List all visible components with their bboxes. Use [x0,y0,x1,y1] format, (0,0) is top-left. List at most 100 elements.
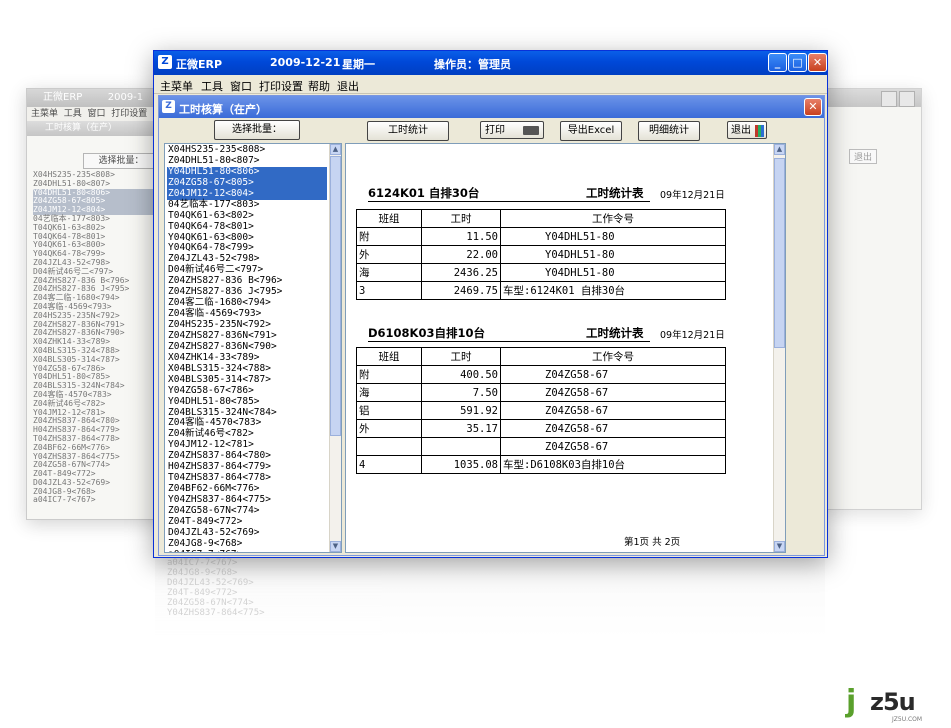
export-excel-button[interactable]: 导出Excel [560,121,622,141]
menu-exit[interactable]: 退出 [337,78,359,94]
report-scroll-thumb[interactable] [774,158,785,348]
report-cell-group: 海 [356,383,422,402]
report-row: 外 22.00 Y04DHL51-80 [356,245,726,264]
report-column-header: 工时 [421,347,501,366]
batch-list-item[interactable]: Y04ZG58-67<786> [167,385,327,397]
report-cell-group: 海 [356,263,422,282]
report-preview: ▲ ▼ 6124K01 自排30台 工时统计表 09年12月21日 班组 工时 工作令号附… [345,143,786,553]
report-cell-hours [421,437,501,456]
report-cell-group: 外 [356,245,422,264]
inner-titlebar: Z 工时核算（在产） ✕ [159,96,824,118]
reflection-item: Y04ZHS837-864<775> [167,608,265,618]
report-total-count: 3 [356,281,422,300]
exit-label: 退出 [731,125,751,136]
report-cell-order: Z04ZG58-67 [500,437,726,456]
background-window-right: 退出 [820,88,922,510]
report-cell-order: Z04ZG58-67 [500,383,726,402]
report-total-model: 车型:D6108K03自排10台 [500,455,726,474]
report-section-date: 09年12月21日 [660,190,725,201]
report-cell-hours: 22.00 [421,245,501,264]
report-cell-order: Z04ZG58-67 [500,401,726,420]
reflection-item: a04IC7-7<767> [167,558,238,568]
report-cell-hours: 400.50 [421,365,501,384]
report-cell-hours: 2436.25 [421,263,501,282]
app-name: 正微ERP [176,58,223,71]
inner-window-title: 工时核算（在产） [179,103,267,116]
report-column-header: 工作令号 [500,209,726,228]
report-row: 海 7.50 Z04ZG58-67 [356,383,726,402]
report-title-underline [368,341,650,342]
report-section-kind: 工时统计表 [586,186,644,200]
report-total-model: 车型:6124K01 自排30台 [500,281,726,300]
report-row: Z04ZG58-67 [356,437,726,456]
report-column-header: 班组 [356,209,422,228]
batch-list-item[interactable]: T04QK64-78<801> [167,221,327,233]
exit-button[interactable]: 退出 [727,121,767,139]
main-titlebar: Z 正微ERP 2009-12-21 星期一 操作员：管理员 _ □ ✕ [154,51,827,75]
background-select-batch: 选择批量： [83,153,159,169]
menu-print-settings[interactable]: 打印设置 [259,78,303,94]
detail-stats-button[interactable]: 明细统计 [638,121,700,141]
report-row: 附 11.50 Y04DHL51-80 [356,227,726,246]
site-watermark-logo: j z5u JZ5U.COM [846,684,944,724]
batch-list-item[interactable]: Y04DHL51-80<785> [167,396,327,408]
title-weekday: 星期一 [342,58,375,71]
report-cell-group: 附 [356,365,422,384]
report-column-header: 工时 [421,209,501,228]
scroll-up-icon[interactable]: ▲ [330,144,341,155]
print-label: 打印 [485,125,505,136]
report-row: 铝 591.92 Z04ZG58-67 [356,401,726,420]
batch-list-item[interactable]: 04艺临本-177<803> [167,199,327,211]
window-reflection: a04IC7-7<767> Z04JG8-9<768> D04JZL43-52<76… [155,558,825,638]
report-total-hours: 1035.08 [421,455,501,474]
report-total-hours: 2469.75 [421,281,501,300]
report-section-date: 09年12月21日 [660,330,725,341]
report-table: 班组 工时 工作令号附 11.50 Y04DHL51-80 外 22.00 Y04DHL51-… [356,209,726,300]
menu-main[interactable]: 主菜单 [160,78,193,94]
report-scrollbar[interactable]: ▲ ▼ [773,144,785,552]
report-total-row: 3 2469.75 车型:6124K01 自排30台 [356,281,726,300]
menu-tools[interactable]: 工具 [201,78,223,94]
minimize-button[interactable]: _ [768,53,787,72]
labor-stats-button[interactable]: 工时统计 [367,121,449,141]
report-scroll-up-icon[interactable]: ▲ [774,144,785,155]
print-button[interactable]: 打印 [480,121,544,139]
report-cell-hours: 35.17 [421,419,501,438]
report-column-header: 工作令号 [500,347,726,366]
logo-j: j [846,684,857,719]
menu-help[interactable]: 帮助 [308,78,330,94]
batch-list-scrollbar[interactable]: ▲ ▼ [329,144,341,552]
menu-window[interactable]: 窗口 [230,78,252,94]
batch-listbox[interactable]: X04HS235-235<808> Z04DHL51-80<807> Y04DHL5… [164,143,342,553]
report-table: 班组 工时 工作令号附 400.50 Z04ZG58-67 海 7.50 Z04ZG58-67… [356,347,726,474]
report-cell-group [356,437,422,456]
reflection-item: Z04T-849<772> [167,588,238,598]
report-title-underline [368,201,650,202]
report-section-title: D6108K03自排10台 [368,326,485,340]
select-batch-button[interactable]: 选择批量： [214,120,300,140]
batch-list-item[interactable]: X04BLS305-314<787> [167,374,327,386]
background-close-icon [899,91,915,107]
logo-site: JZ5U.COM [892,716,923,723]
report-cell-group: 铝 [356,401,422,420]
batch-list-item[interactable]: a04IC7-7<767> [167,549,327,552]
report-section-kind: 工时统计表 [586,326,644,340]
close-button[interactable]: ✕ [808,53,827,72]
exit-door-icon [755,125,764,137]
background-maximize-icon [881,91,897,107]
title-date: 2009-12-21 [270,56,341,69]
report-column-header: 班组 [356,347,422,366]
background-exit-button: 退出 [849,149,878,164]
report-cell-group: 外 [356,419,422,438]
inner-close-button[interactable]: ✕ [804,98,822,116]
scroll-thumb[interactable] [330,156,341,436]
report-total-row: 4 1035.08 车型:D6108K03自排10台 [356,455,726,474]
report-scroll-down-icon[interactable]: ▼ [774,541,785,552]
maximize-button[interactable]: □ [788,53,807,72]
report-cell-order: Y04DHL51-80 [500,227,726,246]
report-row: 外 35.17 Z04ZG58-67 [356,419,726,438]
batch-list-item[interactable]: T04QK61-63<802> [167,210,327,222]
menubar: 主菜单 工具 窗口 打印设置 帮助 退出 [154,75,827,94]
page-indicator: 第1页 共 2页 [624,537,681,548]
scroll-down-icon[interactable]: ▼ [330,541,341,552]
